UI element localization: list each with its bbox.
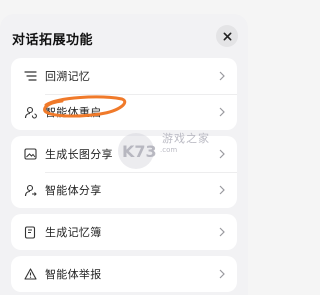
menu-item-memory-book[interactable]: 生成记忆簿 — [11, 214, 237, 250]
watermark-text: 游戏之家 — [162, 132, 210, 145]
menu-item-agent-share[interactable]: 智能体分享 — [11, 172, 237, 208]
menu-item-label: 生成长图分享 — [45, 148, 113, 161]
chevron-right-icon — [217, 183, 227, 197]
menu-item-label: 智能体重启 — [45, 106, 102, 119]
menu-item-label: 智能体举报 — [45, 268, 102, 281]
close-button[interactable] — [216, 25, 238, 47]
menu-item-label: 回溯记忆 — [45, 70, 91, 83]
menu-item-restart[interactable]: 智能体重启 — [11, 94, 237, 130]
list-icon — [23, 69, 37, 83]
chevron-right-icon — [217, 225, 227, 239]
agent-share-icon — [23, 183, 37, 197]
image-icon — [23, 147, 37, 161]
sheet-title: 对话拓展功能 — [12, 33, 94, 48]
menu-item-report[interactable]: 智能体举报 — [11, 256, 237, 292]
menu-card-2: 生成长图分享 智能体分享 — [11, 136, 237, 208]
menu-item-recall[interactable]: 回溯记忆 — [11, 58, 237, 94]
menu-card-4: 智能体举报 — [11, 256, 237, 292]
agent-restart-icon — [23, 105, 37, 119]
chevron-right-icon — [217, 267, 227, 281]
menu-item-label: 智能体分享 — [45, 184, 102, 197]
close-icon — [223, 32, 231, 40]
chevron-right-icon — [217, 105, 227, 119]
chevron-right-icon — [217, 147, 227, 161]
menu-item-label: 生成记忆簿 — [45, 226, 102, 239]
menu-card-1: 回溯记忆 智能体重启 — [11, 58, 237, 130]
warning-icon — [23, 267, 37, 281]
menu-card-3: 生成记忆簿 — [11, 214, 237, 250]
watermark-url: .com — [160, 146, 178, 154]
book-icon — [23, 225, 37, 239]
chevron-right-icon — [217, 69, 227, 83]
